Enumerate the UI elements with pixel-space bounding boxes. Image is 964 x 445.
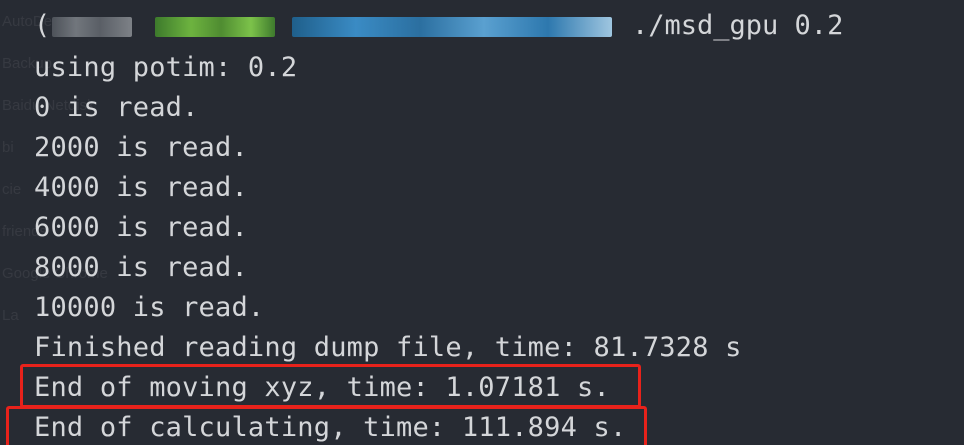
output-line: 2000 is read.	[34, 132, 248, 163]
highlight-box-calculating	[6, 406, 647, 445]
terminal-window[interactable]: AutoDe Backup Baidu Netdisk bi cie frien…	[0, 0, 964, 445]
redacted-hostname	[155, 17, 275, 37]
redacted-username	[52, 17, 132, 37]
prompt-line: ( ./msd_gpu 0.2	[0, 6, 964, 46]
prompt-bracket: (	[34, 10, 51, 41]
command-text: ./msd_gpu 0.2	[632, 10, 844, 41]
highlight-box-moving	[20, 364, 641, 408]
output-line: 4000 is read.	[34, 172, 248, 203]
previous-line-cutoff	[0, 0, 964, 4]
output-line: 6000 is read.	[34, 212, 248, 243]
output-line: 8000 is read.	[34, 252, 248, 283]
redacted-path	[292, 17, 612, 37]
output-line: 10000 is read.	[34, 292, 265, 323]
output-line: using potim: 0.2	[34, 52, 298, 83]
output-line: 0 is read.	[34, 92, 199, 123]
output-line: Finished reading dump file, time: 81.732…	[34, 332, 742, 363]
